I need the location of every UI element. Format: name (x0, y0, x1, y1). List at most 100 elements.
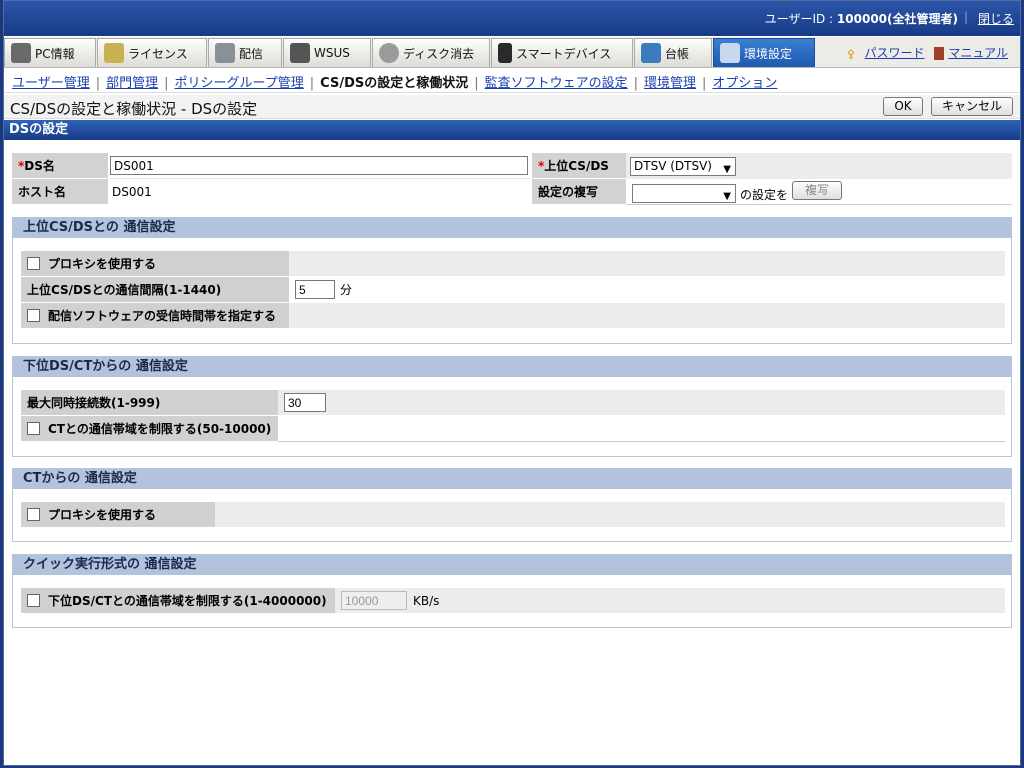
tab-label: WSUS (314, 46, 350, 60)
host-name-value: DS001 (112, 185, 152, 199)
lower-communication-header: 下位DS/CTからの 通信設定 (13, 357, 1011, 377)
wsus-icon (290, 43, 310, 63)
max-connections-label: 最大同時接続数(1-999) (21, 390, 278, 416)
page-title-bar: CS/DSの設定と稼働状況 - DSの設定 OK キャンセル (4, 95, 1020, 119)
smart-device-icon (498, 43, 512, 63)
ct-proxy-row: プロキシを使用する (21, 502, 1005, 528)
upper-cs-select[interactable]: DTSV (DTSV) ▼ (630, 157, 736, 176)
ct-bandwidth-checkbox[interactable] (27, 422, 40, 435)
ok-button[interactable]: OK (883, 97, 923, 116)
ds-name-label-text: DS名 (24, 159, 55, 173)
copy-button[interactable]: 複写 (792, 181, 842, 200)
subnav-cs-ds-settings: CS/DSの設定と稼働状況 (320, 76, 469, 91)
upper-interval-value-cell: 分 (289, 277, 1005, 303)
chevron-down-icon: ▼ (723, 164, 731, 175)
receive-time-row: 配信ソフトウェアの受信時間帯を指定する (21, 303, 1005, 329)
tab-wsus[interactable]: WSUS (283, 38, 371, 67)
quick-bandwidth-row: 下位DS/CTとの通信帯域を制限する(1-4000000) KB/s (21, 588, 1005, 614)
upper-interval-input[interactable] (295, 280, 335, 299)
upper-proxy-row: プロキシを使用する (21, 251, 1005, 277)
user-label: ユーザーID : (764, 12, 837, 26)
ct-proxy-label-cell: プロキシを使用する (21, 502, 215, 528)
upper-interval-label: 上位CS/DSとの通信間隔(1-1440) (21, 277, 289, 303)
quick-bandwidth-label: 下位DS/CTとの通信帯域を制限する(1-4000000) (48, 594, 327, 608)
distribute-icon (215, 43, 235, 63)
subnav-audit-software[interactable]: 監査ソフトウェアの設定 (485, 76, 628, 91)
tab-license[interactable]: ライセンス (97, 38, 207, 67)
ct-bandwidth-row: CTとの通信帯域を制限する(50-10000) (21, 416, 1005, 442)
tab-label: スマートデバイス (516, 46, 612, 61)
tab-label: ライセンス (128, 46, 188, 61)
upper-proxy-checkbox[interactable] (27, 257, 40, 270)
tab-label: 配信 (239, 46, 264, 61)
ledger-icon (641, 43, 661, 63)
ds-name-input[interactable] (110, 156, 528, 175)
chevron-down-icon: ▼ (723, 191, 731, 202)
upper-proxy-label: プロキシを使用する (48, 257, 157, 271)
copy-source-select[interactable]: ▼ (632, 184, 736, 203)
upper-cs-value: DTSV (DTSV) (634, 159, 712, 173)
disk-erase-icon (379, 43, 399, 63)
subnav-policy-group-management[interactable]: ポリシーグループ管理 (175, 76, 304, 91)
sub-nav: ユーザー管理 | 部門管理 | ポリシーグループ管理 | CS/DSの設定と稼働状況 | 監査ソ… (4, 68, 1020, 93)
subnav-environment-management[interactable]: 環境管理 (644, 76, 696, 91)
tab-label: 環境設定 (744, 46, 793, 61)
upper-interval-unit: 分 (340, 283, 353, 297)
header-separator: | (963, 10, 968, 24)
pc-icon (11, 43, 31, 63)
user-info: ユーザーID : 100000(全社管理者) (765, 10, 958, 27)
ct-proxy-label: プロキシを使用する (48, 508, 157, 522)
subnav-separator: | (95, 76, 101, 91)
manual-link[interactable]: マニュアル (948, 46, 1008, 60)
tab-ledger[interactable]: 台帳 (634, 38, 712, 67)
ct-proxy-value-cell (215, 502, 1005, 528)
copy-settings-label: 設定の複写 (532, 179, 626, 205)
manual-icon (934, 47, 945, 60)
ct-bandwidth-value-cell (278, 416, 1005, 442)
upper-cs-label: *上位CS/DS (532, 153, 626, 179)
upper-cs-cell: DTSV (DTSV) ▼ (626, 153, 1012, 179)
quick-bandwidth-input[interactable] (341, 591, 407, 610)
tab-environment[interactable]: 環境設定 (713, 38, 815, 67)
close-link[interactable]: 閉じる (978, 10, 1014, 27)
quick-bandwidth-checkbox[interactable] (27, 594, 40, 607)
password-link[interactable]: パスワード (865, 46, 925, 60)
subnav-separator: | (474, 76, 479, 91)
ds-basic-form: *DS名 *上位CS/DS DTSV (DTSV) ▼ ホスト名 DS001 設定… (12, 151, 1012, 205)
receive-time-label: 配信ソフトウェアの受信時間帯を指定する (48, 309, 277, 323)
tab-label: ディスク消去 (403, 46, 475, 61)
ct-proxy-checkbox[interactable] (27, 508, 40, 521)
user-value: 100000(全社管理者) (836, 12, 958, 26)
app-window: ユーザーID : 100000(全社管理者) | 閉じる PC情報 ライセンス … (3, 0, 1021, 766)
lower-communication-group: 下位DS/CTからの 通信設定 最大同時接続数(1-999) CTとの通信帯域を… (12, 356, 1012, 457)
key-icon: ⚴ (846, 46, 856, 61)
tab-label: PC情報 (35, 46, 75, 61)
subnav-options[interactable]: オプション (712, 76, 777, 91)
tab-disk-erase[interactable]: ディスク消去 (372, 38, 490, 67)
max-connections-input[interactable] (284, 393, 326, 412)
receive-time-checkbox[interactable] (27, 309, 40, 322)
license-icon (104, 43, 124, 63)
subnav-separator: | (633, 76, 639, 91)
tab-label: 台帳 (665, 46, 690, 61)
subnav-separator: | (309, 76, 315, 91)
quick-communication-header: クイック実行形式の 通信設定 (13, 555, 1011, 575)
subnav-user-management[interactable]: ユーザー管理 (12, 76, 90, 91)
subnav-separator: | (164, 76, 169, 91)
tab-pc-info[interactable]: PC情報 (4, 38, 96, 67)
top-links: ⚴ パスワード マニュアル (847, 44, 1008, 61)
max-connections-value-cell (278, 390, 1005, 416)
subnav-department-management[interactable]: 部門管理 (106, 76, 158, 91)
upper-interval-row: 上位CS/DSとの通信間隔(1-1440) 分 (21, 277, 1005, 303)
tools-icon (720, 43, 740, 63)
ds-name-cell (108, 153, 532, 179)
upper-proxy-label-cell: プロキシを使用する (21, 251, 289, 277)
host-name-label: ホスト名 (12, 179, 108, 205)
tab-distribute[interactable]: 配信 (208, 38, 282, 67)
quick-communication-group: クイック実行形式の 通信設定 下位DS/CTとの通信帯域を制限する(1-4000… (12, 554, 1012, 628)
receive-time-value-cell (289, 303, 1005, 329)
ds-name-label: *DS名 (12, 153, 108, 179)
subnav-separator: | (702, 76, 707, 91)
tab-smart-device[interactable]: スマートデバイス (491, 38, 633, 67)
cancel-button[interactable]: キャンセル (931, 97, 1013, 116)
